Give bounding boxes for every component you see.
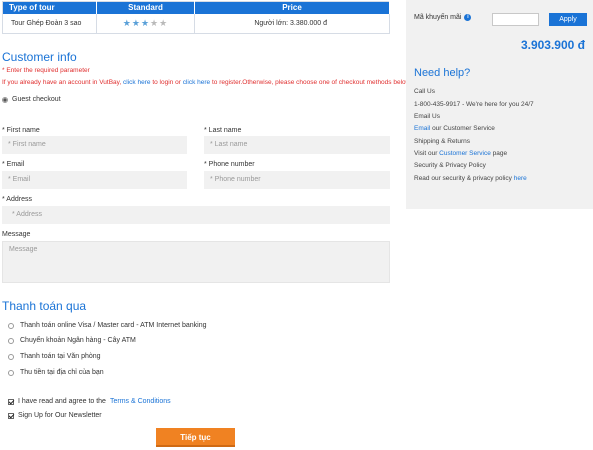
guest-checkout-label: Guest checkout (12, 96, 61, 103)
help-title: Need help? (414, 67, 471, 79)
header-standard: Standard (96, 1, 195, 14)
total-price: 3.903.900 đ (520, 38, 585, 52)
payment-radio[interactable] (8, 369, 14, 376)
last-name-field[interactable]: * Last name (204, 136, 390, 154)
tour-price: Người lớn: 3.380.000 đ (194, 13, 390, 34)
star-rating: ★★★★★ (96, 13, 195, 34)
tour-table: Type of tour Standard Price Tour Ghép Đo… (2, 1, 390, 34)
info-icon[interactable]: i (464, 14, 472, 21)
payment-option-office[interactable]: Thanh toán tại Văn phòng (8, 353, 101, 360)
login-note: If you already have an account in VutBay… (2, 79, 411, 86)
newsletter-checkbox[interactable] (8, 412, 14, 419)
email-link[interactable]: Email (414, 125, 430, 132)
call-us-label: Call Us (414, 88, 435, 95)
tour-name: Tour Ghép Đoàn 3 sao (2, 13, 97, 34)
promo-code-input[interactable] (492, 13, 539, 26)
guest-checkout-option[interactable]: Guest checkout (2, 96, 61, 103)
address-label: * Address (2, 196, 32, 203)
visit-line: Visit our Customer Service page (414, 150, 508, 157)
order-sidebar: Mã khuyến mãi i Apply 3.903.900 đ Need he… (406, 0, 593, 209)
header-type-of-tour: Type of tour (2, 1, 97, 14)
payment-option-cod[interactable]: Thu tiền tại địa chỉ của bạn (8, 369, 104, 376)
apply-button[interactable]: Apply (549, 13, 587, 26)
star-icon: ★ (131, 17, 141, 28)
customer-info-title: Customer info (2, 50, 77, 64)
shipping-label: Shipping & Returns (414, 138, 471, 145)
terms-agreement[interactable]: I have read and agree to the Terms & Con… (8, 398, 171, 405)
star-icon: ★ (140, 17, 151, 28)
star-icon: ★ (150, 17, 160, 28)
payment-title: Thanh toán qua (2, 299, 87, 313)
phone-field[interactable]: * Phone number (204, 171, 390, 189)
continue-button[interactable]: Tiếp tục (156, 428, 235, 447)
email-label: * Email (2, 161, 25, 168)
email-us-label: Email Us (414, 113, 441, 120)
phone-label: * Phone number (204, 161, 255, 168)
newsletter-signup[interactable]: Sign Up for Our Newsletter (8, 412, 102, 419)
last-name-label: * Last name (204, 127, 242, 134)
star-icon: ★ (122, 17, 132, 28)
header-price: Price (194, 1, 390, 14)
payment-radio[interactable] (8, 353, 14, 360)
tour-table-header: Type of tour Standard Price (2, 1, 390, 14)
message-label: Message (2, 231, 31, 238)
policy-link[interactable]: here (514, 175, 527, 182)
register-link[interactable]: click here (183, 79, 210, 86)
first-name-field[interactable]: * First name (2, 136, 187, 154)
payment-option-online[interactable]: Thanh toán online Visa / Master card - A… (8, 322, 207, 329)
address-field[interactable]: * Address (2, 206, 390, 224)
star-icon: ★ (159, 17, 169, 28)
payment-radio[interactable] (8, 322, 14, 329)
promo-label: Mã khuyến mãi i (414, 14, 472, 21)
email-line: Email our Customer Service (414, 125, 495, 132)
payment-radio[interactable] (8, 337, 14, 344)
message-field[interactable]: Message (2, 241, 390, 283)
guest-checkout-radio[interactable] (2, 96, 8, 103)
table-row: Tour Ghép Đoàn 3 sao ★★★★★ Người lớn: 3.… (2, 13, 390, 34)
first-name-label: * First name (2, 127, 40, 134)
security-label: Security & Privacy Policy (414, 162, 486, 169)
customer-service-link[interactable]: Customer Service (439, 150, 491, 157)
required-note: * Enter the required parameter (2, 67, 90, 74)
phone-line: 1-800-435-9917 - We're here for you 24/7 (414, 101, 534, 108)
email-field[interactable]: * Email (2, 171, 187, 189)
terms-checkbox[interactable] (8, 398, 14, 405)
login-link[interactable]: click here (123, 79, 150, 86)
payment-option-transfer[interactable]: Chuyển khoản Ngân hàng - Cây ATM (8, 337, 136, 344)
terms-link[interactable]: Terms & Conditions (110, 398, 171, 405)
read-policy-line: Read our security & privacy policy here (414, 175, 527, 182)
